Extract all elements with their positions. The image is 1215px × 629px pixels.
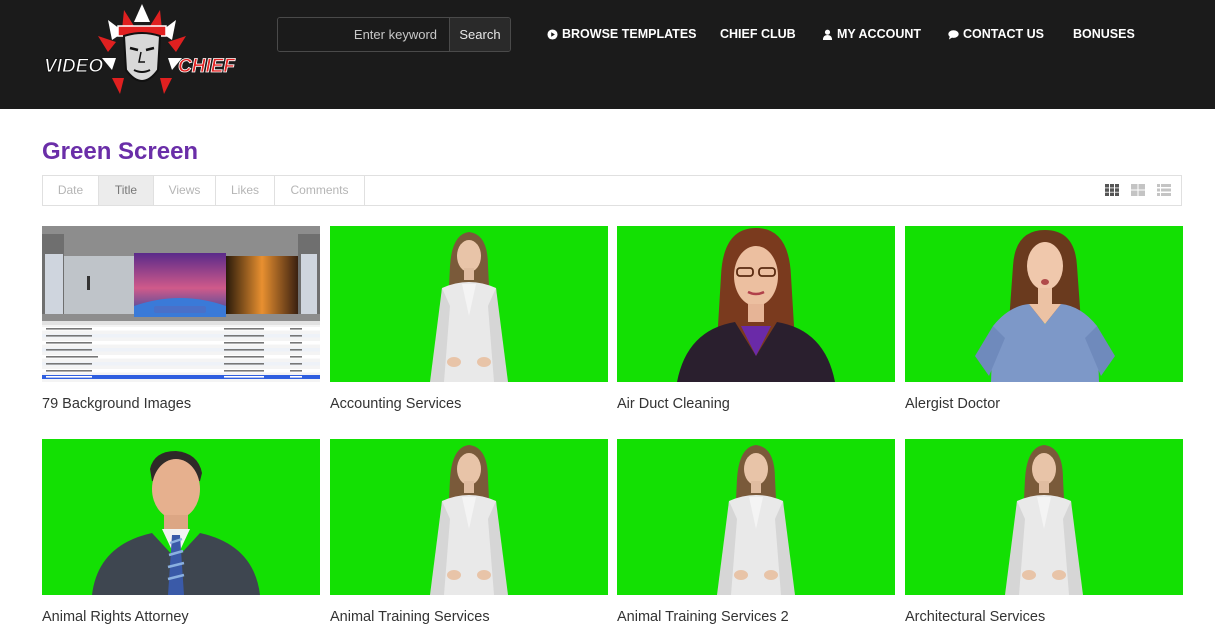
view-toggle (1105, 184, 1171, 196)
presenter-woman-glasses (677, 228, 835, 382)
template-thumbnail[interactable] (617, 226, 895, 382)
nav-label: BROWSE TEMPLATES (562, 27, 697, 41)
template-card[interactable]: Animal Training Services 2 (617, 439, 895, 625)
nav-bonuses[interactable]: BONUSES (1073, 27, 1135, 41)
template-title[interactable]: Animal Rights Attorney (42, 609, 320, 625)
template-thumbnail[interactable] (905, 439, 1183, 595)
grid-large-icon[interactable] (1131, 184, 1145, 196)
site-header: VIDEO CHIEF Search BROWSE TEMPLATES CHIE… (0, 0, 1215, 109)
list-icon[interactable] (1157, 184, 1171, 196)
template-thumbnail[interactable] (617, 439, 895, 595)
template-title[interactable]: Architectural Services (905, 609, 1183, 625)
play-circle-icon (547, 28, 558, 40)
template-card[interactable]: Animal Training Services (330, 439, 608, 625)
nav-label: MY ACCOUNT (837, 27, 922, 41)
presenter-woman-white-jacket (1005, 445, 1083, 595)
page-title: Green Screen (42, 138, 199, 165)
chat-icon (948, 29, 959, 40)
template-title[interactable]: Alergist Doctor (905, 396, 1183, 412)
template-card[interactable]: Animal Rights Attorney (42, 439, 320, 625)
sort-tab-comments[interactable]: Comments (275, 176, 365, 205)
presenter-woman-white-jacket (717, 445, 795, 595)
logo-text-chief: CHIEF (178, 56, 236, 77)
template-title[interactable]: Air Duct Cleaning (617, 396, 895, 412)
user-icon (822, 29, 833, 40)
nav-label: BONUSES (1073, 27, 1135, 41)
nav-label: CONTACT US (963, 27, 1045, 41)
grid-small-icon[interactable] (1105, 184, 1119, 196)
template-card[interactable]: Architectural Services (905, 439, 1183, 625)
presenter-man-suit (92, 451, 260, 595)
template-card[interactable]: 79 Background Images (42, 226, 320, 412)
video-chief-logo[interactable]: VIDEO CHIEF (42, 0, 242, 106)
template-thumbnail[interactable] (330, 439, 608, 595)
sort-tab-likes[interactable]: Likes (216, 176, 275, 205)
search-input[interactable] (278, 18, 449, 51)
presenter-woman-scrubs (975, 230, 1115, 382)
template-thumbnail[interactable] (42, 226, 320, 382)
nav-my-account[interactable]: MY ACCOUNT (822, 27, 921, 41)
template-thumbnail[interactable] (330, 226, 608, 382)
template-title[interactable]: Accounting Services (330, 396, 608, 412)
template-card[interactable]: Alergist Doctor (905, 226, 1183, 412)
template-title[interactable]: Animal Training Services 2 (617, 609, 895, 625)
template-thumbnail[interactable] (905, 226, 1183, 382)
sort-bar: Date Title Views Likes Comments (42, 175, 1182, 206)
nav-label: CHIEF CLUB (720, 27, 796, 41)
nav-chief-club[interactable]: CHIEF CLUB (720, 27, 796, 41)
search-bar: Search (277, 17, 511, 52)
presenter-woman-white-jacket (430, 445, 508, 595)
sort-tab-title[interactable]: Title (99, 176, 154, 205)
template-title[interactable]: 79 Background Images (42, 396, 320, 412)
presenter-woman-white-jacket (430, 232, 508, 382)
template-card[interactable]: Accounting Services (330, 226, 608, 412)
search-button[interactable]: Search (449, 18, 510, 51)
template-thumbnail[interactable] (42, 439, 320, 595)
sort-tab-date[interactable]: Date (43, 176, 99, 205)
file-browser-image (42, 226, 320, 382)
template-card[interactable]: Air Duct Cleaning (617, 226, 895, 412)
logo-text-video: VIDEO (44, 56, 103, 77)
sort-tab-views[interactable]: Views (154, 176, 216, 205)
nav-contact-us[interactable]: CONTACT US (948, 27, 1044, 41)
template-title[interactable]: Animal Training Services (330, 609, 608, 625)
nav-browse-templates[interactable]: BROWSE TEMPLATES (547, 27, 697, 41)
